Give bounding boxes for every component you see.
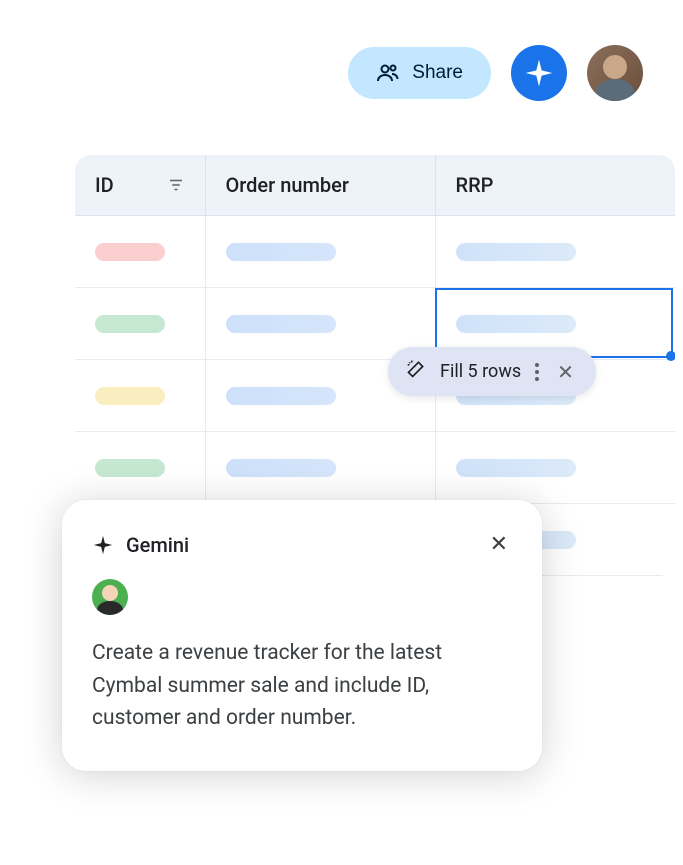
cell-placeholder bbox=[95, 243, 165, 261]
topbar: Share bbox=[348, 45, 643, 101]
share-button[interactable]: Share bbox=[348, 47, 491, 99]
close-icon[interactable]: ✕ bbox=[553, 360, 578, 384]
prompt-user-avatar bbox=[92, 579, 128, 615]
table-header-row: ID Order number RRP bbox=[75, 155, 675, 216]
cell-placeholder bbox=[95, 387, 165, 405]
table-row[interactable] bbox=[75, 216, 675, 288]
gemini-prompt-text: Create a revenue tracker for the latest … bbox=[92, 637, 512, 735]
column-header-id[interactable]: ID bbox=[75, 155, 205, 216]
close-icon[interactable]: ✕ bbox=[486, 528, 512, 561]
table-row[interactable] bbox=[75, 432, 675, 504]
column-header-order-number[interactable]: Order number bbox=[205, 155, 435, 216]
sparkle-icon bbox=[92, 534, 114, 556]
user-avatar[interactable] bbox=[587, 45, 643, 101]
magic-wand-icon bbox=[406, 359, 426, 384]
cell-placeholder bbox=[226, 243, 336, 261]
people-icon bbox=[376, 61, 400, 85]
cell-placeholder bbox=[456, 459, 576, 477]
table-row[interactable] bbox=[75, 288, 675, 360]
more-options-icon[interactable] bbox=[535, 363, 539, 381]
gemini-panel: Gemini ✕ Create a revenue tracker for th… bbox=[62, 500, 542, 771]
cell-placeholder bbox=[226, 315, 336, 333]
fill-rows-label[interactable]: Fill 5 rows bbox=[440, 361, 521, 382]
cell-placeholder bbox=[456, 315, 576, 333]
column-header-rrp[interactable]: RRP bbox=[435, 155, 675, 216]
column-label: Order number bbox=[226, 173, 349, 197]
gemini-title: Gemini bbox=[126, 533, 189, 557]
cell-placeholder bbox=[95, 459, 165, 477]
gemini-button[interactable] bbox=[511, 45, 567, 101]
cell-placeholder bbox=[226, 387, 336, 405]
fill-rows-chip: Fill 5 rows ✕ bbox=[388, 347, 596, 396]
cell-placeholder bbox=[226, 459, 336, 477]
column-label: ID bbox=[95, 173, 114, 197]
share-label: Share bbox=[412, 62, 463, 84]
sparkle-icon bbox=[523, 57, 555, 89]
column-label: RRP bbox=[456, 173, 494, 197]
cell-placeholder bbox=[95, 315, 165, 333]
cell-placeholder bbox=[456, 243, 576, 261]
gemini-panel-header: Gemini ✕ bbox=[92, 528, 512, 561]
filter-icon[interactable] bbox=[167, 176, 185, 194]
